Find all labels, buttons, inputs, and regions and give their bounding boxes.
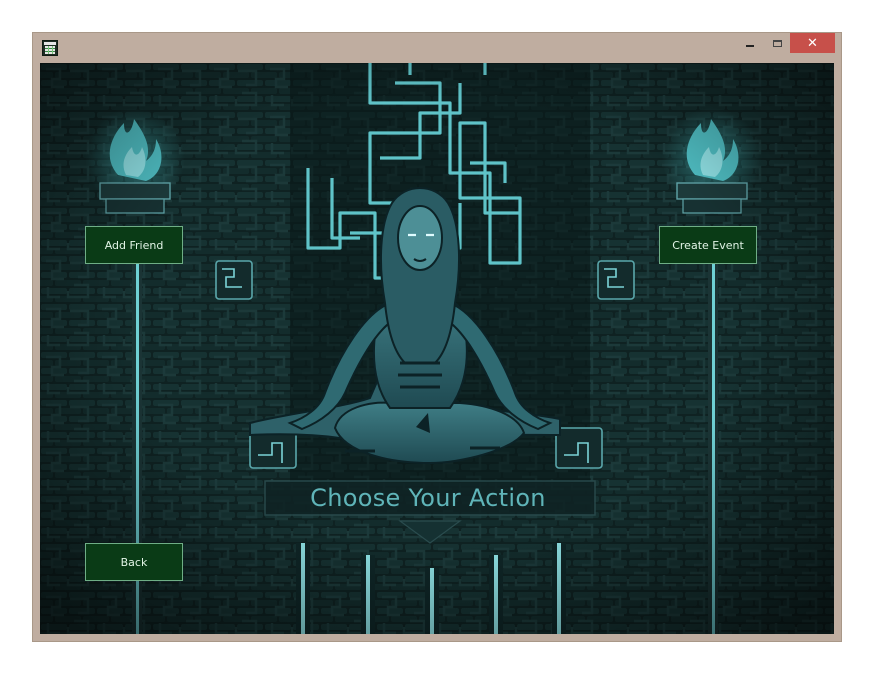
back-button[interactable]: Back bbox=[85, 543, 183, 581]
spreadsheet-app-icon[interactable] bbox=[42, 40, 58, 56]
game-viewport: Choose Your Action Add Friend Create Eve… bbox=[40, 63, 834, 634]
close-button[interactable]: ✕ bbox=[790, 33, 835, 53]
create-event-button[interactable]: Create Event bbox=[659, 226, 757, 264]
add-friend-label: Add Friend bbox=[104, 238, 164, 252]
app-window: ✕ Choose Your Action Add Friend Create E… bbox=[32, 32, 842, 642]
maximize-button[interactable] bbox=[764, 33, 790, 53]
maximize-icon bbox=[772, 39, 782, 47]
back-label: Back bbox=[120, 555, 148, 569]
create-event-label: Create Event bbox=[672, 238, 744, 252]
close-icon: ✕ bbox=[807, 35, 818, 51]
page-title: Choose Your Action bbox=[310, 484, 546, 512]
title-bar[interactable]: ✕ bbox=[32, 32, 842, 62]
add-friend-button[interactable]: Add Friend bbox=[85, 226, 183, 264]
minimize-button[interactable] bbox=[737, 33, 763, 53]
minimize-icon bbox=[746, 45, 754, 47]
